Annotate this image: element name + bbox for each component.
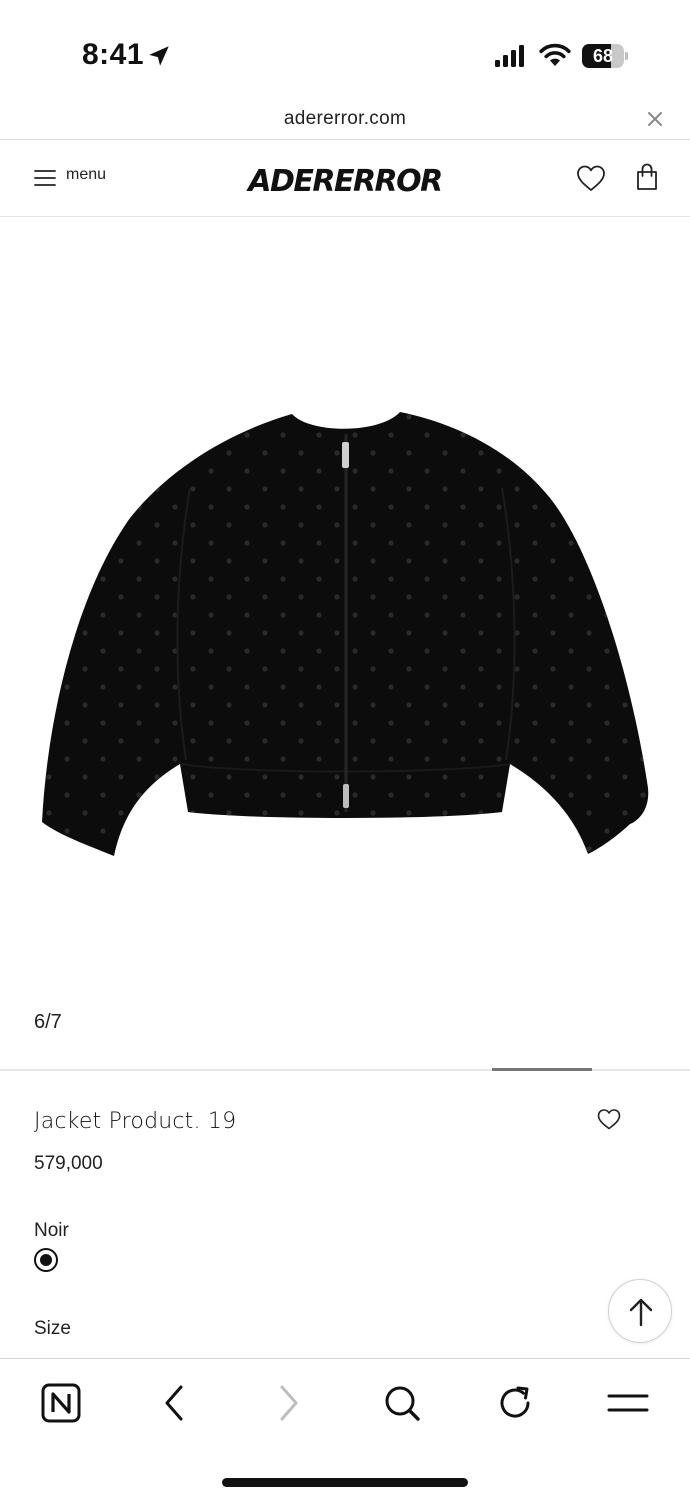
back-button[interactable] (153, 1381, 197, 1425)
heart-icon[interactable] (575, 163, 607, 193)
scroll-to-top-button[interactable] (608, 1279, 672, 1343)
close-icon[interactable] (646, 110, 664, 128)
wishlist-heart-icon[interactable] (596, 1107, 622, 1131)
naver-home-button[interactable] (39, 1381, 83, 1425)
battery-icon: 68 (582, 44, 628, 68)
cellular-signal-icon (495, 45, 524, 67)
reload-icon (500, 1386, 530, 1418)
search-button[interactable] (380, 1381, 424, 1425)
product-image-gallery[interactable]: 6/7 (0, 218, 690, 1071)
wifi-icon (539, 43, 571, 66)
battery-percent: 68 (592, 46, 614, 66)
product-price: 579,000 (34, 1153, 103, 1174)
forward-icon (280, 1385, 298, 1421)
forward-button[interactable] (266, 1381, 310, 1425)
back-icon (165, 1385, 183, 1421)
image-counter: 6/7 (34, 1011, 62, 1033)
browser-toolbar (0, 1358, 690, 1500)
site-header: menu ADERERROR (0, 141, 690, 217)
product-name: Jacket Product. 19 (34, 1109, 237, 1134)
url-text[interactable]: adererror.com (0, 108, 690, 130)
size-label: Size (34, 1318, 71, 1339)
color-label: Noir (34, 1220, 69, 1241)
product-photo[interactable] (40, 408, 652, 860)
product-info: Jacket Product. 19 579,000 Noir Size (0, 1071, 690, 1359)
more-menu-button[interactable] (606, 1381, 650, 1425)
status-time: 8:41 (82, 38, 145, 71)
location-arrow-icon (149, 46, 169, 66)
more-menu-icon (607, 1394, 649, 1412)
shopping-bag-icon[interactable] (636, 163, 658, 191)
status-bar: 8:41 68 (0, 0, 690, 100)
reload-button[interactable] (493, 1381, 537, 1425)
naver-home-icon (41, 1383, 81, 1423)
selected-color-dot (40, 1254, 52, 1266)
search-icon (385, 1386, 420, 1421)
browser-url-bar[interactable]: adererror.com (0, 100, 690, 140)
color-option-noir[interactable] (34, 1248, 58, 1272)
home-indicator (222, 1478, 468, 1487)
arrow-up-icon (629, 1298, 653, 1327)
